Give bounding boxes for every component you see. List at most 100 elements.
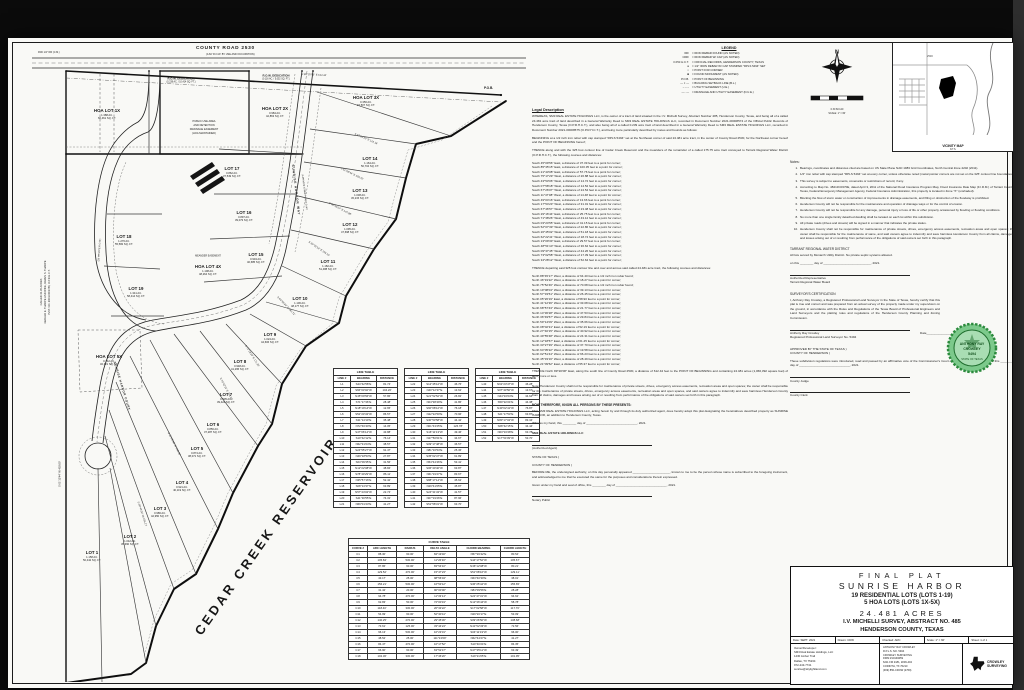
parcel-dividers bbox=[149, 71, 249, 154]
vicinity-map-label: VICINITY MAP bbox=[893, 144, 1013, 148]
note-item: 1. Bearings, coordinates and distances c… bbox=[790, 166, 1014, 170]
lot-label: LOT 17 0.862 AC. 37,549 SQ. FT. bbox=[223, 166, 241, 178]
lot-number: LOT 19 bbox=[127, 286, 145, 292]
west-boundary-bearing: S 01°12'44" W 418.60' bbox=[59, 461, 62, 487]
lot-square-feet: 39,073 SQ. FT. bbox=[235, 219, 253, 222]
acreage-line: 24.481 ACRES bbox=[791, 609, 1013, 618]
lot-label: LOT 4 0.921 AC. 40,119 SQ. FT. bbox=[173, 480, 191, 492]
cell: S17°54'09"W bbox=[493, 435, 519, 441]
lot-label: LOT 19 1.341 AC. 58,414 SQ. FT. bbox=[127, 286, 145, 298]
lot-number: HOA LOT 4X bbox=[195, 264, 221, 270]
scale-bar bbox=[810, 95, 864, 102]
info-cell: Scale: 1" = 60' bbox=[925, 637, 970, 643]
cell: L52 bbox=[476, 435, 493, 441]
vicinity-map: 2530 VICINITY MAP N.T.S. bbox=[892, 42, 1014, 152]
road-easement-line bbox=[66, 78, 501, 102]
title-block-info-row: Date: SEPT. 2021Drawn: CDWChecked: ARCSc… bbox=[791, 636, 1013, 644]
lot-number: LOT 11 bbox=[319, 259, 337, 265]
line-table-3: LINE TABLE LINE # BEARING DISTANCE L43N6… bbox=[475, 368, 540, 442]
note-text: Bearings, coordinates and distances cite… bbox=[800, 166, 978, 170]
county-maintenance-note: Note: Henderson County shall not be resp… bbox=[532, 384, 788, 398]
note-text: Henderson County will not be responsible… bbox=[800, 202, 963, 206]
logo-line-2: SURVEYING bbox=[987, 664, 1007, 668]
legend-symbol: ○ bbox=[653, 69, 689, 72]
corner-callout: FND 1/2" IRF (C.M.) bbox=[38, 51, 60, 54]
hoa-lots-line: 5 HOA LOTS (LOTS 1X-5X) bbox=[791, 600, 1013, 606]
info-cell: Drawn: CDW bbox=[836, 637, 881, 643]
note-item: 9. All private roads (drives and streets… bbox=[790, 221, 1014, 225]
cell: L42 bbox=[405, 501, 422, 507]
lot-label: HOA LOT 3X 0.356 AC. 15,507 SQ. FT. bbox=[353, 95, 379, 107]
line-table-2: LINE TABLE LINE # BEARING DISTANCE L22S1… bbox=[404, 368, 469, 508]
seal-name-1: ANTHONY RAY bbox=[960, 342, 985, 346]
vicinity-site-marker bbox=[939, 76, 956, 99]
lot-square-feet: 41,295 SQ. FT. bbox=[231, 368, 249, 371]
lot-label: LOT 5 0.874 AC. 38,071 SQ. FT. bbox=[188, 446, 206, 458]
note-number: 3. bbox=[790, 179, 798, 183]
scale-caption: SCALE: 1" = 60' bbox=[808, 112, 866, 115]
lot-label: LOT 12 1.095 AC. 47,698 SQ. FT. bbox=[341, 222, 359, 234]
curve-table-row: C18102.36'330.00'17°46'20"S19°21'05"E101… bbox=[349, 653, 530, 659]
line-table-title: LINE TABLE bbox=[404, 368, 469, 375]
title-block-bottom: Owner/Developer:SM3 Real Estate Holdings… bbox=[791, 644, 1013, 684]
legal-paragraph: BEGINNING at a 1/2 inch iron rebar with … bbox=[532, 136, 788, 145]
lot-label: LOT 10 1.106 AC. 48,177 SQ. FT. bbox=[291, 296, 309, 308]
agent-signature-line: (Authorized Agent) bbox=[532, 445, 652, 451]
note-number: 1. bbox=[790, 166, 798, 170]
legend-symbol: —··— bbox=[653, 91, 689, 94]
metes-and-bounds-calls: South 45°09'56" East, a distance of 37.3… bbox=[532, 161, 788, 263]
lot-square-feet: 50,442 SQ. FT. bbox=[83, 559, 101, 562]
plat-photo: COUNTY ROAD 2530 (A 60' R.O.W. BY USE AN… bbox=[0, 0, 1024, 690]
note-item: 5. Blocking the flow of storm water or c… bbox=[790, 196, 1014, 200]
lot-square-feet: 39,422 SQ. FT. bbox=[217, 401, 235, 404]
note-text: Blocking the flow of storm water or cons… bbox=[800, 196, 989, 200]
lot-square-feet: 47,698 SQ. FT. bbox=[341, 231, 359, 234]
dedication-heading: NOW THEREFORE, KNOW ALL PERSONS BY THESE… bbox=[532, 403, 788, 407]
legend: LEGEND IRF = IRON REBAR FOUND (AS NOTED)… bbox=[653, 46, 805, 95]
lot-square-feet: 45,215 SQ. FT. bbox=[351, 197, 369, 200]
cell: N69°01'23"E bbox=[351, 501, 377, 507]
owner-name: SM3 REAL ESTATE HOLDINGS LLC bbox=[532, 431, 788, 436]
lot-number: LOT 16 bbox=[235, 210, 253, 216]
water-district-heading: TARRANT REGIONAL WATER DISTRICT bbox=[790, 247, 1014, 251]
dedication-body: That SM3 REAL ESTATE HOLDINGS LLC, actin… bbox=[532, 409, 788, 418]
lot-square-feet: 15,507 SQ. FT. bbox=[353, 104, 379, 107]
cell: 330.00' bbox=[397, 653, 424, 659]
drainage-hatch bbox=[190, 162, 225, 194]
lot-square-feet: 55,582 SQ. FT. bbox=[115, 243, 133, 246]
info-cell: Date: SEPT. 2021 bbox=[791, 637, 836, 643]
legend-item: —··— = DRAINAGE AND UTILITY EASEMENT (D.… bbox=[653, 91, 805, 94]
surveyor-block: ANTHONY RAY CROWLEYR.P.L.S. NO. 5494CROW… bbox=[879, 644, 962, 684]
legend-title: LEGEND bbox=[653, 46, 805, 50]
owner-line: sunrise@skylightland.com bbox=[794, 667, 876, 671]
lot-label: HOA LOT 1X 1.388 AC. 60,461 SQ. FT. bbox=[94, 108, 120, 120]
note-number: 8. bbox=[790, 215, 798, 219]
seal-number: 5494 bbox=[968, 352, 976, 356]
note-item: 3. This survey is subject to easements, … bbox=[790, 179, 1014, 183]
note-item: 10. Henderson County shall not be respon… bbox=[790, 227, 1014, 240]
cell: 63.70' bbox=[448, 501, 469, 507]
water-district-date-line: on this ________ day of ________________… bbox=[790, 261, 1014, 266]
lot-square-feet: 48,264 SQ. FT. bbox=[195, 273, 221, 276]
lot-label: LOT 2 1.042 AC. 45,390 SQ. FT. bbox=[121, 534, 139, 546]
texas-shape-icon bbox=[969, 656, 985, 672]
lot-square-feet: 42,950 SQ. FT. bbox=[151, 515, 169, 518]
lot-square-feet: 32,321 SQ. FT. bbox=[96, 363, 122, 366]
adjoiner-deed-block: CALLED 41.35 ACRESGERALD E. THARPE AND W… bbox=[40, 260, 52, 323]
legend-item: — × — = BUILDING SETBACK LINE (B.L.) bbox=[653, 82, 805, 85]
county-state-line: HENDERSON COUNTY, TEXAS bbox=[791, 627, 1013, 633]
lot-label: LOT 18 1.276 AC. 55,582 SQ. FT. bbox=[115, 234, 133, 246]
lot-square-feet: 37,549 SQ. FT. bbox=[223, 175, 241, 178]
legend-item: ■ = FOUND MONUMENT (AS NOTED) bbox=[653, 73, 805, 76]
lot-number: LOT 12 bbox=[341, 222, 359, 228]
note-item: 4. According to Map No. 48213C0370E, dat… bbox=[790, 185, 1014, 194]
lot-square-feet: 42,863 SQ. FT. bbox=[262, 115, 288, 118]
note-text: Henderson County will not be responsible… bbox=[800, 208, 1000, 212]
note-text: This survey is subject to easements, cov… bbox=[800, 179, 904, 183]
vicinity-map-drawing bbox=[893, 43, 1011, 135]
water-district-note: All lots served by Monarch Utility Distr… bbox=[790, 253, 1014, 258]
logo-text: CROWLEY SURVEYING bbox=[987, 660, 1007, 668]
surveyor-line: (469) 850-CROW (2769) bbox=[883, 669, 959, 673]
lot-square-feet: 38,071 SQ. FT. bbox=[188, 455, 206, 458]
note-text: All private roads (drives and streets) w… bbox=[800, 221, 927, 225]
